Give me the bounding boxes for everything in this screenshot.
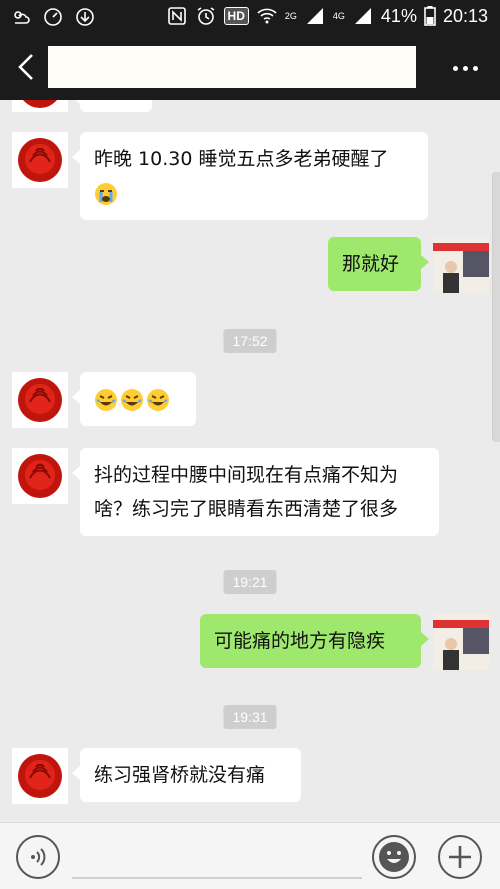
rose-avatar-image [18, 754, 62, 798]
profile-photo-image [433, 237, 489, 293]
input-bar [0, 822, 500, 889]
signal-icon [306, 8, 323, 24]
status-bar: HD 2G 4G 41% 20:13 [0, 0, 500, 34]
alarm-icon [197, 7, 214, 25]
chat-header [0, 34, 500, 100]
my-avatar[interactable] [433, 237, 489, 293]
contact-avatar[interactable] [12, 372, 68, 428]
smiley-icon [379, 842, 409, 872]
nfc-icon [167, 7, 186, 25]
message-input[interactable] [72, 833, 362, 879]
message-text: 那就好 [342, 253, 400, 275]
message-text: 练习强肾桥就没有痛 [94, 764, 266, 786]
plus-icon [449, 846, 471, 868]
wifi-icon [257, 8, 277, 24]
rose-avatar-image [18, 138, 62, 182]
loudly-crying-face-icon [95, 182, 117, 205]
timestamp: 19:21 [223, 570, 277, 594]
hd-badge: HD [223, 7, 249, 25]
more-icon [452, 65, 478, 71]
my-avatar[interactable] [433, 614, 489, 670]
battery-percent: 41% [380, 5, 417, 26]
scrollbar[interactable] [492, 172, 500, 442]
timestamp: 19:31 [223, 705, 277, 729]
back-button[interactable] [12, 50, 42, 84]
message-text: 抖的过程中腰中间现在有点痛不知为 [94, 464, 399, 486]
message-bubble[interactable]: 可能痛的地方有隐疾 [200, 614, 429, 668]
back-arrow-icon [18, 54, 33, 80]
voice-icon [31, 848, 46, 866]
message-bubble[interactable]: 那就好 [328, 237, 429, 291]
signal-4g-label: 4G [332, 10, 345, 21]
message-text: 啥？练习完了眼睛看东西清楚了很多 [94, 498, 399, 520]
contact-avatar[interactable] [12, 448, 68, 504]
signal-2g-label: 2G [284, 10, 297, 21]
download-icon [76, 8, 94, 26]
more-button[interactable] [450, 56, 480, 80]
contact-avatar[interactable] [12, 748, 68, 804]
contact-avatar[interactable] [12, 100, 68, 112]
speedometer-icon [44, 8, 62, 26]
rolling-laughing-face-icon [121, 388, 143, 411]
message-bubble[interactable]: 昨晚 10.30 睡觉五点多老弟硬醒了 [72, 132, 428, 220]
message-text: 可能痛的地方有隐疾 [214, 630, 386, 652]
rolling-laughing-face-icon [147, 388, 169, 411]
clock: 20:13 [442, 5, 488, 26]
chat-title [48, 46, 416, 88]
rose-avatar-image [18, 378, 62, 422]
profile-photo-image [433, 614, 489, 670]
rose-avatar-image [23, 100, 57, 108]
signal-icon [354, 8, 371, 24]
contact-avatar[interactable] [12, 132, 68, 188]
message-bubble[interactable]: 练习强肾桥就没有痛 [72, 748, 301, 802]
rose-avatar-image [18, 454, 62, 498]
message-list[interactable]: 昨晚 10.30 睡觉五点多老弟硬醒了 那就好 17:52 抖的过程中腰中间现在… [0, 100, 500, 822]
message-bubble[interactable] [72, 372, 196, 426]
message-text: 昨晚 10.30 睡觉五点多老弟硬醒了 [94, 148, 389, 170]
battery-icon [424, 6, 436, 26]
more-functions-button[interactable] [438, 835, 482, 879]
emoji-button[interactable] [372, 835, 416, 879]
timestamp: 17:52 [223, 329, 277, 353]
message-bubble[interactable]: 抖的过程中腰中间现在有点痛不知为 啥？练习完了眼睛看东西清楚了很多 [72, 448, 439, 536]
message-bubble[interactable] [72, 100, 152, 112]
voice-button[interactable] [16, 835, 60, 879]
rolling-laughing-face-icon [95, 388, 117, 411]
weather-icon [14, 11, 30, 24]
